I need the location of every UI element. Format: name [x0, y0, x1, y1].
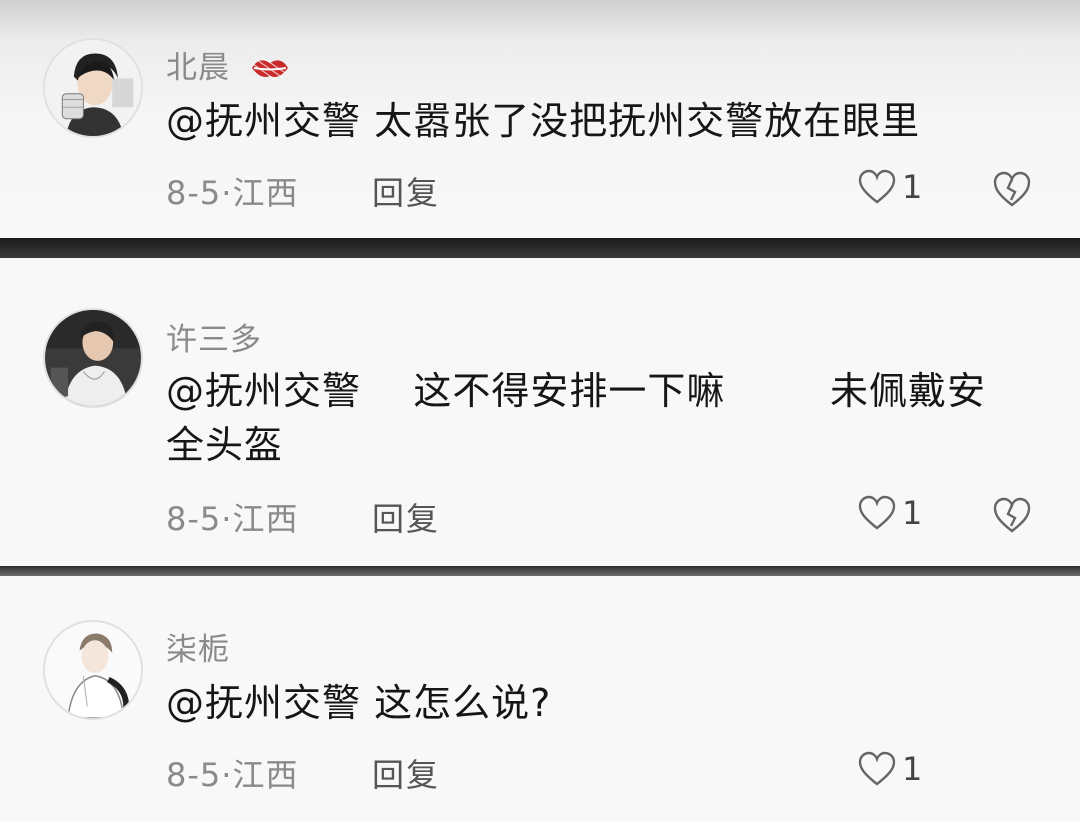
lips-icon: [251, 57, 288, 82]
comment-text: @抚州交警 这不得安排一下嘛 未佩戴安 全头盔: [166, 364, 1046, 472]
comment-meta: 8-5·江西: [166, 750, 298, 796]
divider: [0, 566, 1080, 576]
heart-outline-icon: [858, 169, 896, 204]
reply-button[interactable]: 回复: [372, 168, 440, 214]
like-button[interactable]: 1: [858, 168, 922, 206]
broken-heart-icon[interactable]: [992, 496, 1032, 534]
comment-meta: 8-5·江西: [166, 494, 298, 540]
mention-link[interactable]: @抚州交警: [166, 99, 361, 143]
like-count: 1: [902, 750, 923, 788]
comment-body: 太嚣张了没把抚州交警放在眼里: [361, 99, 921, 143]
username[interactable]: 柒栀: [166, 624, 230, 669]
like-count: 1: [902, 494, 923, 532]
username-text[interactable]: 许三多: [166, 322, 262, 358]
comment-body: 这怎么说?: [361, 681, 552, 725]
avatar[interactable]: [43, 38, 143, 138]
meta-separator: ·: [221, 174, 233, 212]
username-text[interactable]: 柒栀: [166, 632, 230, 668]
avatar[interactable]: [43, 308, 143, 408]
comment-region: 江西: [232, 756, 299, 794]
meta-separator: ·: [221, 756, 233, 794]
comment-meta: 8-5·江西: [166, 168, 298, 214]
divider: [0, 238, 1080, 258]
comment-date: 8-5: [166, 500, 222, 538]
heart-outline-icon: [858, 751, 896, 786]
reply-button[interactable]: 回复: [372, 494, 440, 540]
comment-item: 柒栀 @抚州交警 这怎么说? 8-5·江西 回复 1: [0, 576, 1080, 822]
like-button[interactable]: 1: [858, 494, 922, 532]
comment-item: 许三多 @抚州交警 这不得安排一下嘛 未佩戴安 全头盔 8-5·江西 回复 1: [0, 258, 1080, 566]
like-button[interactable]: 1: [858, 750, 922, 788]
like-count: 1: [902, 168, 923, 206]
heart-outline-icon: [858, 495, 896, 530]
username[interactable]: 许三多: [166, 314, 262, 359]
mention-link[interactable]: @抚州交警: [166, 369, 361, 413]
comment-date: 8-5: [166, 756, 222, 794]
avatar[interactable]: [43, 620, 143, 720]
broken-heart-icon[interactable]: [992, 170, 1032, 208]
mention-link[interactable]: @抚州交警: [166, 681, 361, 725]
username[interactable]: 北晨: [166, 42, 291, 87]
comment-body: 这不得安排一下嘛 未佩戴安: [361, 369, 986, 413]
meta-separator: ·: [221, 500, 233, 538]
comment-region: 江西: [232, 174, 299, 212]
comment-body-continued: 全头盔: [166, 423, 284, 467]
username-text[interactable]: 北晨: [166, 50, 230, 86]
reply-button[interactable]: 回复: [372, 750, 440, 796]
comment-list: 北晨 @抚州交警 太嚣张了没把抚州交警放在眼里 8-5·江西 回复 1 许三多 …: [0, 0, 1080, 822]
comment-text: @抚州交警 这怎么说?: [166, 676, 1046, 730]
comment-text: @抚州交警 太嚣张了没把抚州交警放在眼里: [166, 94, 1046, 148]
comment-region: 江西: [232, 500, 299, 538]
comment-date: 8-5: [166, 174, 222, 212]
comment-item: 北晨 @抚州交警 太嚣张了没把抚州交警放在眼里 8-5·江西 回复 1: [0, 0, 1080, 238]
